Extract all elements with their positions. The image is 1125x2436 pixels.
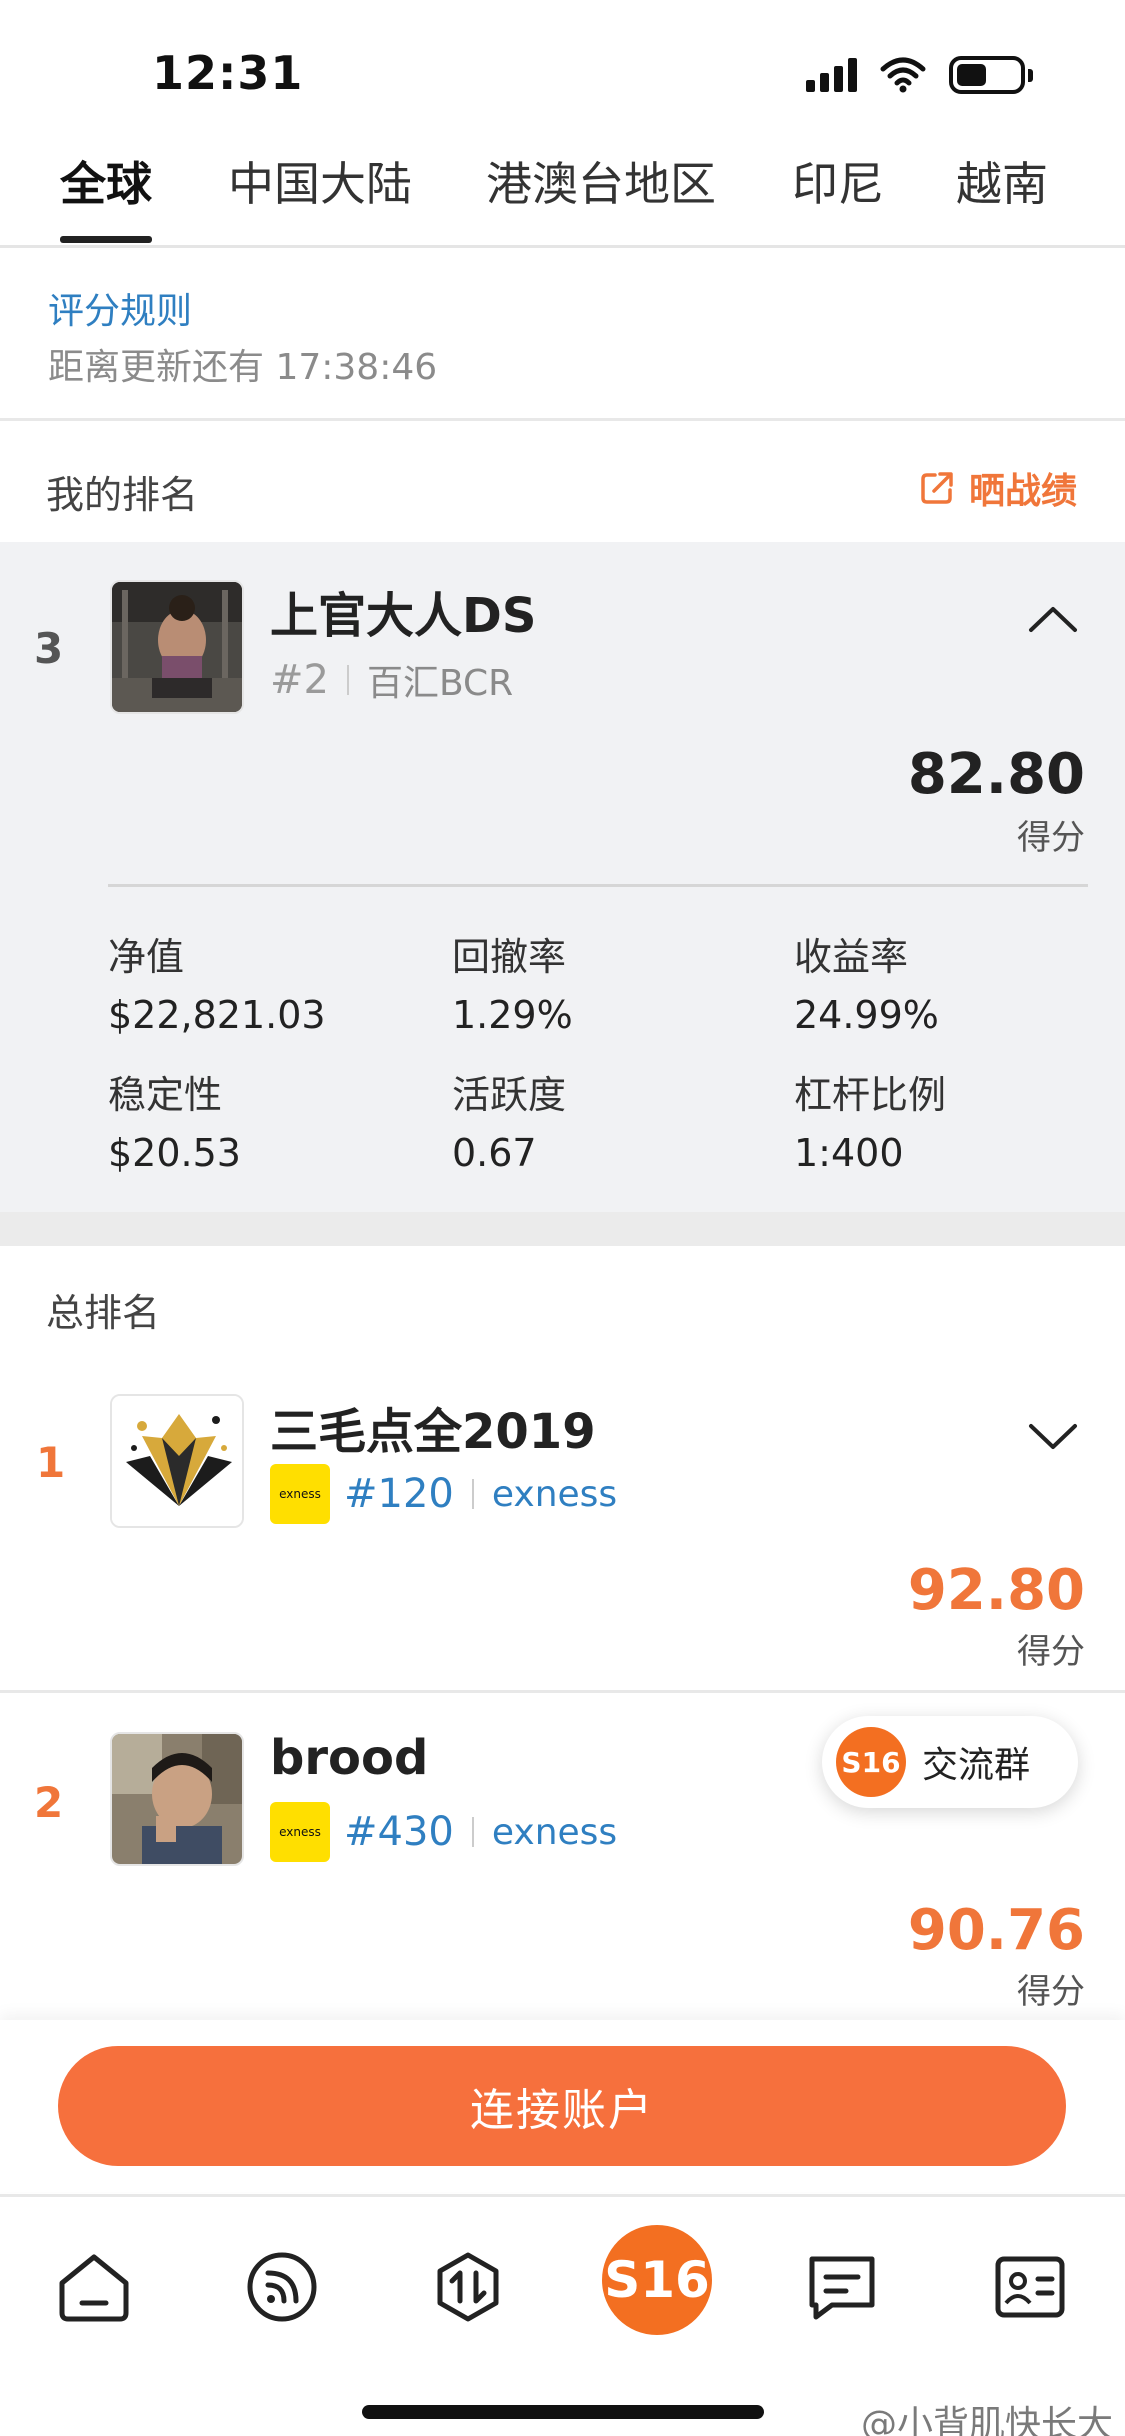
share-icon bbox=[921, 472, 953, 504]
card-divider bbox=[108, 884, 1088, 887]
my-username: 上官大人DS bbox=[270, 588, 537, 644]
home-icon[interactable] bbox=[54, 2247, 134, 2327]
score-label: 得分 bbox=[1017, 818, 1085, 858]
wifi-icon bbox=[880, 57, 926, 93]
share-label: 晒战绩 bbox=[968, 471, 1077, 512]
meta-separator bbox=[346, 665, 349, 695]
active-tab-indicator bbox=[60, 236, 152, 243]
s16-icon[interactable]: S16 bbox=[602, 2225, 712, 2335]
username: brood bbox=[270, 1730, 429, 1786]
account-meta: #2 百汇BCR bbox=[270, 654, 513, 706]
rules-row: 评分规则 bbox=[48, 282, 192, 334]
tab-indonesia[interactable]: 印尼 bbox=[792, 148, 884, 248]
account-number: #2 bbox=[270, 657, 329, 703]
trade-icon[interactable] bbox=[428, 2247, 508, 2327]
username: 三毛点全2019 bbox=[270, 1404, 596, 1460]
meta-separator bbox=[471, 1479, 474, 1509]
stat-value: $20.53 bbox=[108, 1131, 241, 1175]
account-number: #120 bbox=[344, 1471, 454, 1517]
stat-activity: 活跃度 0.67 bbox=[452, 1064, 566, 1175]
divider bbox=[0, 1690, 1125, 1693]
connect-account-button[interactable]: 连接账户 bbox=[58, 2046, 1066, 2166]
region-tabs: 全球 中国大陆 港澳台地区 印尼 越南 bbox=[0, 140, 1125, 248]
tab-vietnam[interactable]: 越南 bbox=[956, 148, 1048, 248]
scoring-rules-link[interactable]: 评分规则 bbox=[48, 291, 192, 332]
exness-logo: exness bbox=[270, 1802, 330, 1862]
share-results-button[interactable]: 晒战绩 bbox=[919, 462, 1077, 514]
stat-label: 活跃度 bbox=[452, 1073, 567, 1117]
stat-value: $22,821.03 bbox=[108, 993, 326, 1037]
account-meta: exness #430 exness bbox=[270, 1802, 617, 1862]
message-icon[interactable] bbox=[802, 2247, 882, 2327]
countdown-time: 17:38:46 bbox=[275, 347, 438, 388]
status-time: 12:31 bbox=[152, 46, 304, 100]
overall-ranking-title: 总排名 bbox=[46, 1291, 161, 1335]
score-value: 92.80 bbox=[907, 1558, 1085, 1623]
chevron-down-icon[interactable] bbox=[1028, 1422, 1078, 1452]
rank-number: 2 bbox=[34, 1778, 64, 1827]
stat-label: 收益率 bbox=[794, 935, 909, 979]
stat-label: 净值 bbox=[108, 935, 185, 979]
stat-label: 回撤率 bbox=[452, 935, 567, 979]
chevron-up-icon[interactable] bbox=[1028, 604, 1078, 634]
feed-icon[interactable] bbox=[242, 2247, 322, 2327]
account-number: #430 bbox=[344, 1809, 454, 1855]
score-value: 90.76 bbox=[907, 1898, 1085, 1963]
broker-name: exness bbox=[491, 1811, 618, 1853]
stat-label: 稳定性 bbox=[108, 1073, 223, 1117]
my-score: 82.80 bbox=[907, 742, 1085, 807]
stat-value: 1.29% bbox=[452, 993, 573, 1037]
exness-logo: exness bbox=[270, 1464, 330, 1524]
chat-group-button[interactable]: S16 交流群 bbox=[822, 1716, 1078, 1808]
tab-hk-macau-taiwan[interactable]: 港澳台地区 bbox=[486, 148, 716, 248]
stat-leverage: 杠杆比例 1:400 bbox=[794, 1064, 946, 1175]
score-label: 得分 bbox=[1017, 1972, 1085, 2012]
score-label: 得分 bbox=[1017, 1632, 1085, 1672]
avatar bbox=[110, 1732, 244, 1866]
stat-value: 24.99% bbox=[794, 993, 939, 1037]
section-gap bbox=[0, 1212, 1125, 1246]
cellular-signal-icon bbox=[806, 58, 857, 92]
connect-account-bar: 连接账户 bbox=[0, 2020, 1125, 2192]
account-meta: exness #120 exness bbox=[270, 1464, 617, 1524]
stat-net-value: 净值 $22,821.03 bbox=[108, 926, 326, 1037]
tab-mainland-china[interactable]: 中国大陆 bbox=[228, 148, 412, 248]
profile-card-icon[interactable] bbox=[990, 2247, 1070, 2327]
my-ranking-title: 我的排名 bbox=[46, 473, 199, 517]
chat-group-label: 交流群 bbox=[922, 1745, 1031, 1786]
ranking-list-item[interactable]: 1 三毛点全2019 exness #120 exness 92.80 得分 bbox=[0, 1352, 1125, 1690]
stat-value: 1:400 bbox=[794, 1131, 904, 1175]
broker-name: 百汇BCR bbox=[366, 663, 514, 704]
avatar bbox=[110, 580, 244, 714]
meta-separator bbox=[471, 1817, 474, 1847]
my-rank-card[interactable]: 3 上官大人DS #2 百汇BCR 82.80 得分 净值 $22,821.03… bbox=[0, 542, 1125, 1212]
stat-value: 0.67 bbox=[452, 1131, 537, 1175]
bottom-nav: S16 @小背肌快长大 bbox=[0, 2194, 1125, 2436]
home-indicator bbox=[362, 2405, 764, 2419]
avatar bbox=[110, 1394, 244, 1528]
battery-icon bbox=[949, 56, 1033, 94]
countdown-prefix: 距离更新还有 bbox=[48, 347, 265, 388]
stat-label: 杠杆比例 bbox=[794, 1073, 947, 1117]
watermark: @小背肌快长大 bbox=[860, 2404, 1113, 2436]
status-bar: 12:31 bbox=[0, 0, 1125, 130]
stat-stability: 稳定性 $20.53 bbox=[108, 1064, 241, 1175]
divider bbox=[0, 418, 1125, 421]
status-icons bbox=[806, 56, 1033, 94]
broker-name: exness bbox=[491, 1473, 618, 1515]
stat-return-rate: 收益率 24.99% bbox=[794, 926, 939, 1037]
update-countdown: 距离更新还有 17:38:46 bbox=[48, 338, 437, 390]
rank-number: 1 bbox=[36, 1438, 66, 1487]
tab-global[interactable]: 全球 bbox=[60, 148, 152, 248]
stat-drawdown: 回撤率 1.29% bbox=[452, 926, 573, 1037]
my-rank-number: 3 bbox=[34, 624, 64, 673]
s16-logo-icon: S16 bbox=[836, 1727, 906, 1797]
